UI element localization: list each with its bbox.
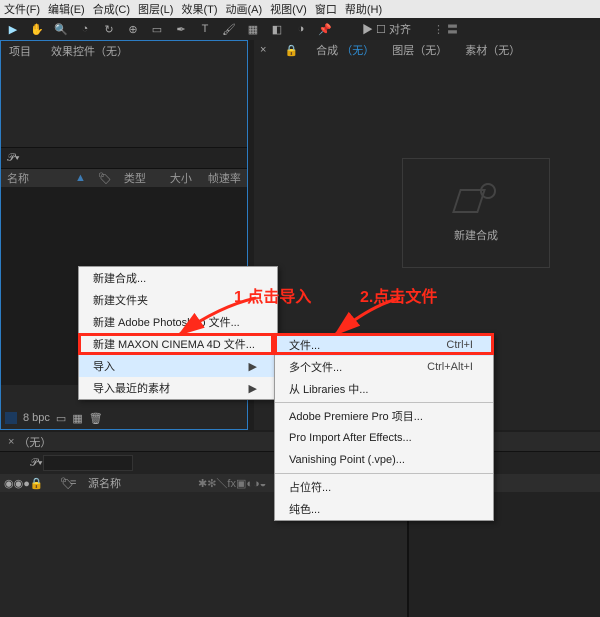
menu-help[interactable]: 帮助(H) [345, 1, 382, 17]
hand-tool-icon[interactable]: ✋ [30, 22, 44, 36]
clone-tool-icon[interactable]: ▦ [246, 22, 260, 36]
panel-lock-icon[interactable]: × [260, 44, 266, 56]
tl-av-toggles[interactable]: ◉◉●🔒 [0, 477, 60, 490]
interpret-footage-icon[interactable] [5, 412, 17, 424]
eraser-tool-icon[interactable]: ◧ [270, 22, 284, 36]
project-column-header: 名称 ▲ 🏷 类型 大小 帧速率 [1, 169, 247, 187]
type-tool-icon[interactable]: T [198, 22, 212, 36]
new-composition-button[interactable]: 新建合成 [402, 158, 550, 268]
toolbar: ▶ ✋ 🔍 ◔ ↻ ⊕ ▭ ✒ T 🖌 ▦ ◧ ◑ 📌 ▶ ☐ 对齐 ⋮ 〓 [0, 18, 600, 40]
project-search-input[interactable] [24, 151, 84, 166]
ctx-import-file[interactable]: 文件...Ctrl+I [275, 334, 493, 356]
submenu-arrow-icon: ▶ [249, 382, 257, 395]
import-submenu: 文件...Ctrl+I 多个文件...Ctrl+Alt+I 从 Librarie… [274, 333, 494, 521]
project-search-row: 𝒫▾ [1, 147, 247, 169]
col-type[interactable]: 类型 [118, 170, 164, 186]
bpc-indicator[interactable]: 8 bpc [23, 412, 50, 424]
tag-icon: 🏷 [92, 172, 118, 185]
ctx-new-photoshop[interactable]: 新建 Adobe Photoshop 文件... [79, 311, 277, 333]
tl-label-icon[interactable]: 🏷 [60, 477, 70, 490]
col-fps[interactable]: 帧速率 [202, 170, 247, 186]
tab-close-icon[interactable]: × [8, 436, 14, 448]
trash-icon[interactable]: 🗑 [89, 412, 103, 425]
timeline-tab-none[interactable]: （无） [18, 434, 51, 450]
search-icon: 𝒫▾ [7, 152, 20, 165]
project-footer: 8 bpc ▭ ▦ 🗑 [1, 407, 247, 429]
selection-tool-icon[interactable]: ▶ [6, 22, 20, 36]
menu-edit[interactable]: 编辑(E) [48, 1, 85, 17]
new-comp-glyph-icon [456, 183, 496, 215]
new-comp-icon[interactable]: ▦ [72, 412, 82, 425]
menu-effect[interactable]: 效果(T) [181, 1, 217, 17]
lock-icon[interactable]: 🔒 [284, 44, 298, 57]
ctx-import-multi[interactable]: 多个文件...Ctrl+Alt+I [275, 356, 493, 378]
menu-view[interactable]: 视图(V) [270, 1, 307, 17]
ctx-import-libraries[interactable]: 从 Libraries 中... [275, 378, 493, 400]
ctx-import-recent[interactable]: 导入最近的素材▶ [79, 377, 277, 399]
annotation-text-1: 1.点击导入 [234, 283, 311, 307]
puppet-tool-icon[interactable]: 📌 [318, 22, 332, 36]
project-preview-area [1, 61, 247, 147]
timeline-search-input[interactable] [43, 455, 133, 471]
tab-footage[interactable]: 素材（无） [465, 42, 520, 58]
ctx-new-c4d[interactable]: 新建 MAXON CINEMA 4D 文件... [79, 333, 277, 355]
orbit-camera-icon[interactable]: ◔ [78, 22, 92, 36]
col-name[interactable]: 名称 [1, 170, 69, 186]
new-comp-label: 新建合成 [454, 227, 498, 243]
roto-tool-icon[interactable]: ◑ [294, 22, 308, 36]
rect-tool-icon[interactable]: ▭ [150, 22, 164, 36]
ctx-placeholder[interactable]: 占位符... [275, 476, 493, 498]
zoom-tool-icon[interactable]: 🔍 [54, 22, 68, 36]
brush-tool-icon[interactable]: 🖌 [222, 22, 236, 36]
tab-project[interactable]: 项目 [9, 43, 31, 59]
tab-effect-controls[interactable]: 效果控件（无） [51, 43, 128, 59]
menu-anim[interactable]: 动画(A) [226, 1, 263, 17]
sort-indicator-icon[interactable]: ▲ [69, 172, 92, 184]
ctx-import[interactable]: 导入▶ [79, 355, 277, 377]
menu-comp[interactable]: 合成(C) [93, 1, 130, 17]
menubar: 文件(F) 编辑(E) 合成(C) 图层(L) 效果(T) 动画(A) 视图(V… [0, 0, 600, 18]
tl-index: = [70, 477, 88, 489]
col-size[interactable]: 大小 [164, 170, 202, 186]
anchor-tool-icon[interactable]: ⊕ [126, 22, 140, 36]
pen-tool-icon[interactable]: ✒ [174, 22, 188, 36]
menu-window[interactable]: 窗口 [315, 1, 337, 17]
tl-source-name[interactable]: 源名称 [88, 475, 198, 491]
annotation-text-2: 2.点击文件 [360, 283, 437, 307]
ctx-pro-import[interactable]: Pro Import After Effects... [275, 427, 493, 449]
timeline-search-icon: 𝒫▾ [30, 457, 43, 470]
rotate-tool-icon[interactable]: ↻ [102, 22, 116, 36]
menu-file[interactable]: 文件(F) [4, 1, 40, 17]
new-folder-icon[interactable]: ▭ [56, 412, 66, 425]
menu-layer[interactable]: 图层(L) [138, 1, 173, 17]
ctx-import-premiere[interactable]: Adobe Premiere Pro 项目... [275, 405, 493, 427]
ctx-vanishing-point[interactable]: Vanishing Point (.vpe)... [275, 449, 493, 471]
snap-check[interactable]: ▶ ☐ 对齐 [362, 21, 411, 37]
submenu-arrow-icon: ▶ [249, 360, 257, 373]
tab-composition[interactable]: 合成 （无） [316, 42, 374, 58]
ctx-solid[interactable]: 纯色... [275, 498, 493, 520]
tab-layer[interactable]: 图层（无） [392, 42, 447, 58]
